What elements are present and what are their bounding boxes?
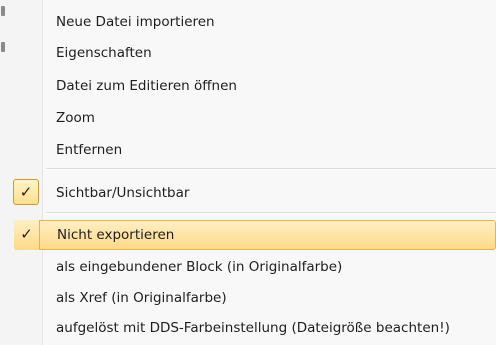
menu-item-resolved-dds-color[interactable]: aufgelöst mit DDS-Farbeinstellung (Datei… (12, 313, 496, 343)
menu-item-label: Nicht exportieren (57, 227, 175, 243)
menu-item-label: Eigenschaften (56, 45, 152, 61)
menu-item-visible-invisible[interactable]: ✓ Sichtbar/Unsichtbar (12, 178, 496, 208)
menu-separator (46, 212, 496, 214)
menu-item-label: Datei zum Editieren öffnen (56, 78, 237, 94)
checkmark-icon: ✓ (20, 225, 33, 243)
menu-item-label: als eingebundener Block (in Originalfarb… (56, 259, 343, 275)
menu-separator (46, 168, 496, 170)
checkmark-box: ✓ (13, 179, 39, 205)
menu-item-remove[interactable]: Entfernen (12, 135, 496, 165)
menu-item-label: Sichtbar/Unsichtbar (56, 185, 190, 201)
background-icon (1, 42, 5, 52)
checkmark-box: ✓ (14, 220, 40, 250)
menu-item-label: aufgelöst mit DDS-Farbeinstellung (Datei… (56, 320, 450, 336)
menu-item-label: Entfernen (56, 142, 123, 158)
menu-item-properties[interactable]: Eigenschaften (12, 38, 496, 68)
menu-item-do-not-export[interactable]: ✓ Nicht exportieren (14, 220, 496, 250)
menu-item-label: Neue Datei importieren (56, 14, 215, 30)
menu-item-as-xref[interactable]: als Xref (in Originalfarbe) (12, 283, 496, 313)
context-menu: Neue Datei importieren Eigenschaften Dat… (12, 0, 496, 345)
menu-item-as-embedded-block[interactable]: als eingebundener Block (in Originalfarb… (12, 252, 496, 282)
menu-item-label: Zoom (56, 110, 95, 126)
menu-item-open-for-editing[interactable]: Datei zum Editieren öffnen (12, 71, 496, 101)
menu-item-import-new-file[interactable]: Neue Datei importieren (12, 7, 496, 37)
checkmark-icon: ✓ (19, 183, 33, 201)
menu-item-zoom[interactable]: Zoom (12, 103, 496, 133)
background-window-edge (0, 0, 12, 345)
background-icon (1, 6, 5, 16)
menu-item-label: als Xref (in Originalfarbe) (56, 290, 227, 306)
